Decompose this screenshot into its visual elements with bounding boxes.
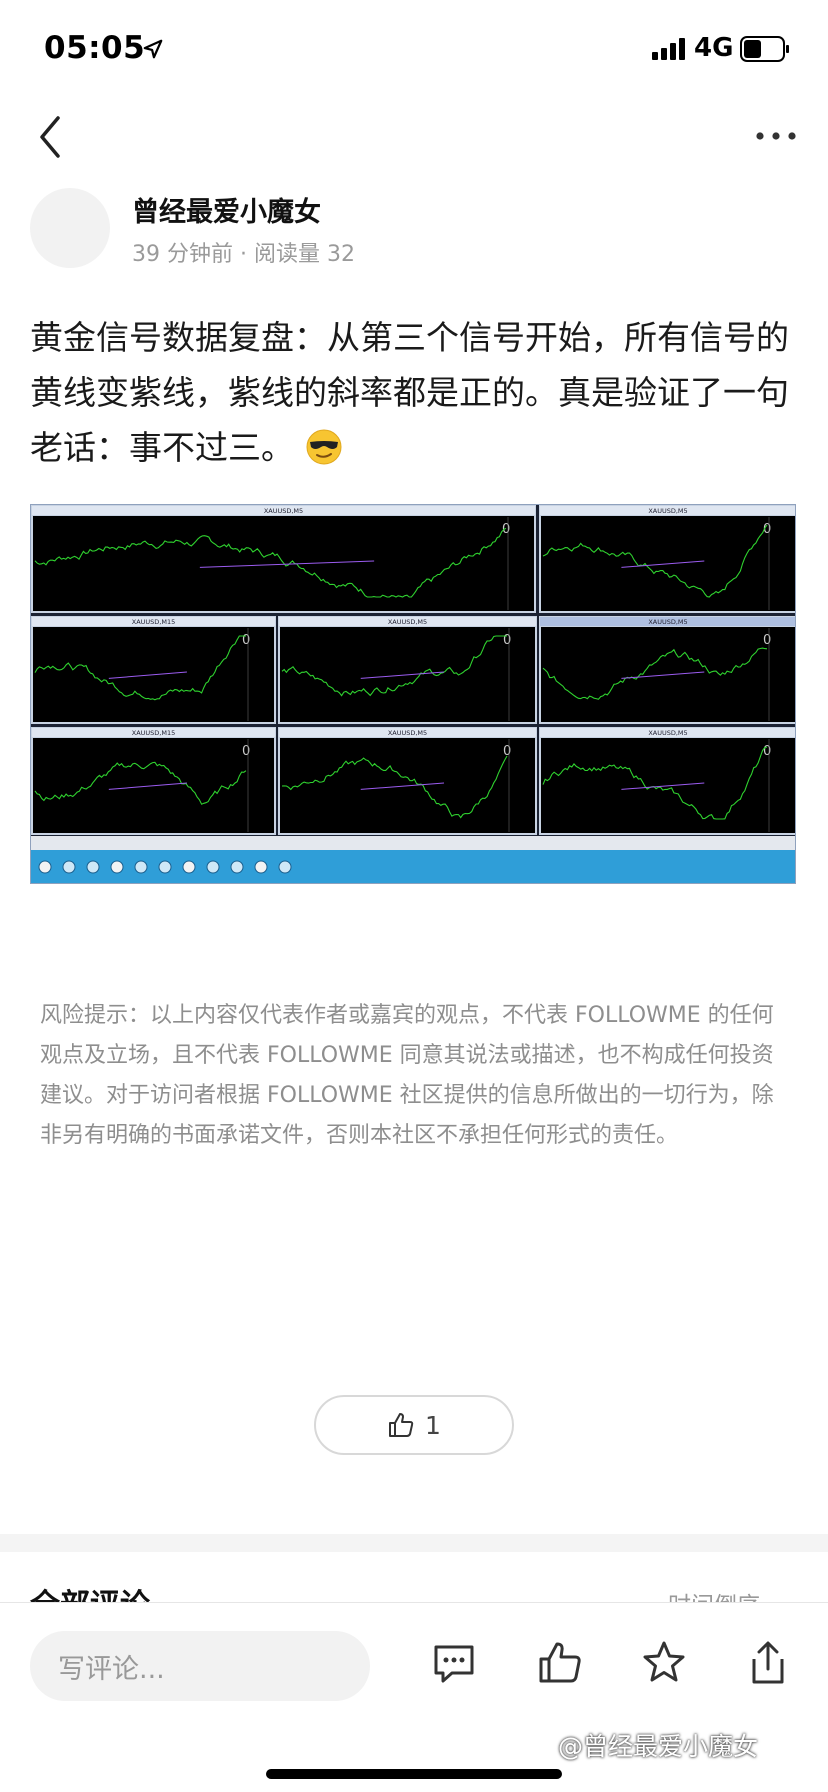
chart-value-label: 0 <box>242 744 250 759</box>
taskbar-app-icon <box>206 860 220 874</box>
taskbar-app-icon <box>134 860 148 874</box>
taskbar-app-icon <box>254 860 268 874</box>
taskbar-app-icon <box>182 860 196 874</box>
post-meta: 39 分钟前 · 阅读量 32 <box>132 242 355 267</box>
smiling-face-with-sunglasses-icon <box>306 429 341 465</box>
chart-window-title: XAUUSD,M15 <box>132 729 176 737</box>
comment-icon[interactable] <box>430 1639 478 1687</box>
taskbar-app-icon <box>86 860 100 874</box>
chart-window-title: XAUUSD,M5 <box>648 507 687 515</box>
chart-value-label: 0 <box>763 633 771 648</box>
author-avatar[interactable] <box>30 188 110 268</box>
post-body: 黄金信号数据复盘：从第三个信号开始，所有信号的黄线变紫线，紫线的斜率都是正的。真… <box>30 310 800 475</box>
chart-value-label: 0 <box>763 744 771 759</box>
status-time: 05:05 <box>44 30 146 66</box>
trading-terminal-screenshot: XAUUSD,M5 0 XAUUSD,M5 0 XAUUSD,M15 0 XAUUSD,M5… <box>31 505 795 883</box>
post-text: 黄金信号数据复盘：从第三个信号开始，所有信号的黄线变紫线，紫线的斜率都是正的。真… <box>30 318 789 467</box>
battery-icon <box>740 36 789 62</box>
taskbar-app-icon <box>278 860 292 874</box>
like-count: 1 <box>425 1410 441 1440</box>
symbol-tab-strip <box>31 836 795 850</box>
chart-window-title: XAUUSD,M5 <box>388 729 427 737</box>
chart-window-title: XAUUSD,M5 <box>264 507 303 515</box>
comment-input[interactable]: 写评论... <box>30 1631 370 1701</box>
chart-value-label: 0 <box>242 633 250 648</box>
chart-window-title: XAUUSD,M5 <box>648 729 687 737</box>
post-image[interactable]: XAUUSD,M5 0 XAUUSD,M5 0 XAUUSD,M15 0 XAUUSD,M5… <box>30 504 796 884</box>
home-indicator <box>266 1769 562 1779</box>
risk-disclaimer: 风险提示：以上内容仅代表作者或嘉宾的观点，不代表 FOLLOWME 的任何观点及… <box>40 1003 774 1148</box>
location-arrow-icon <box>143 39 163 59</box>
section-divider <box>0 1534 828 1552</box>
like-button[interactable]: 1 <box>314 1395 514 1455</box>
network-label: 4G <box>694 33 734 63</box>
author-name[interactable]: 曾经最爱小魔女 <box>132 190 321 229</box>
signal-icon <box>652 38 685 60</box>
chart-value-label: 0 <box>503 633 511 648</box>
taskbar-app-icon <box>110 860 124 874</box>
taskbar-app-icon <box>38 860 52 874</box>
chart-window-title: XAUUSD,M5 <box>648 618 687 626</box>
status-bar: 05:05 4G <box>0 0 828 100</box>
share-icon[interactable] <box>744 1639 792 1687</box>
back-chevron-icon[interactable] <box>34 112 68 162</box>
star-icon[interactable] <box>640 1639 688 1687</box>
chart-window-title: XAUUSD,M5 <box>388 618 427 626</box>
taskbar-app-icon <box>62 860 76 874</box>
taskbar-app-icon <box>158 860 172 874</box>
watermark: @曾经最爱小魔女 <box>558 1732 759 1761</box>
bottom-action-bar: 写评论... @曾经最爱小魔女 <box>0 1602 828 1792</box>
thumbs-up-icon <box>389 1413 414 1437</box>
chart-window-title: XAUUSD,M15 <box>132 618 176 626</box>
taskbar-app-icon <box>230 860 244 874</box>
more-ellipsis-icon[interactable] <box>754 128 798 144</box>
thumbs-up-icon[interactable] <box>536 1639 584 1687</box>
